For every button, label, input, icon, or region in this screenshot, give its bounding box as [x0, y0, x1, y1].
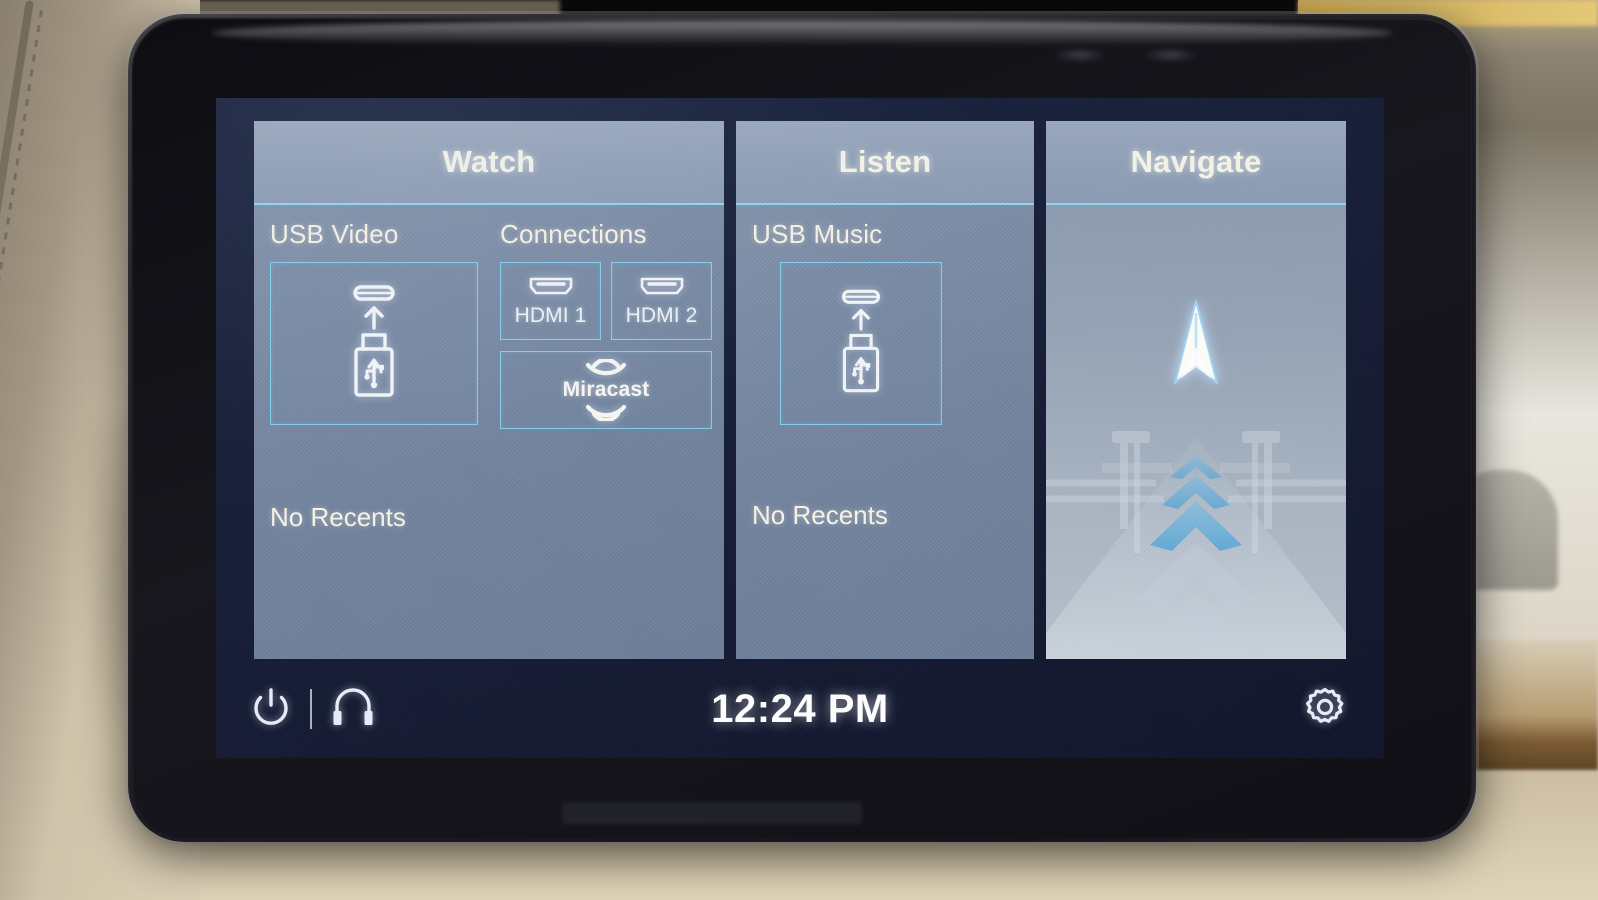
usb-drive-insert-icon — [826, 286, 896, 401]
bezel-sensor-reflection — [1052, 48, 1108, 62]
usb-video-section: USB Video — [270, 219, 478, 429]
miracast-icon: Miracast — [536, 355, 676, 425]
bezel-sensor-reflection — [1142, 48, 1198, 62]
panel-navigate-title: Navigate — [1130, 144, 1262, 179]
clock: 12:24 PM — [711, 686, 889, 731]
usb-video-label: USB Video — [270, 219, 399, 249]
usb-music-label: USB Music — [752, 219, 883, 249]
listen-no-recents: No Recents — [752, 500, 888, 530]
watch-no-recents: No Recents — [270, 502, 406, 532]
hdmi-port-icon — [527, 275, 575, 302]
panel-navigate-body — [1046, 205, 1346, 659]
hdmi-port-icon — [638, 275, 686, 302]
rear-seat-display-unit: Watch USB Video Connections HDMI 1 HDMI … — [128, 14, 1476, 842]
status-bar: 12:24 PM — [216, 660, 1384, 758]
panel-watch-header: Watch — [254, 121, 724, 205]
panel-navigate-header: Navigate — [1046, 121, 1346, 205]
hdmi-1-tile[interactable]: HDMI 1 — [500, 262, 601, 340]
usb-music-tile[interactable] — [780, 262, 942, 425]
hdmi-row: HDMI 1 HDMI 2 — [500, 262, 712, 340]
panel-listen-body: USB Music No Recents — [736, 205, 1034, 659]
hdmi-2-tile[interactable]: HDMI 2 — [611, 262, 712, 340]
panel-listen-header: Listen — [736, 121, 1034, 205]
bezel-glare — [212, 20, 1392, 46]
panel-watch-title: Watch — [442, 144, 536, 179]
connections-section: Connections HDMI 1 HDMI 2 Miracast — [500, 219, 712, 429]
display-bezel: Watch USB Video Connections HDMI 1 HDMI … — [132, 18, 1472, 838]
navigation-arrow-icon — [1165, 297, 1227, 398]
panel-watch-body: USB Video Connections HDMI 1 HDMI 2 Mira… — [254, 205, 724, 659]
navigation-road-graphic — [1046, 431, 1346, 659]
gear-icon[interactable] — [1302, 684, 1348, 735]
panel-watch[interactable]: Watch USB Video Connections HDMI 1 HDMI … — [254, 121, 724, 659]
bezel-bottom-vent — [562, 802, 862, 824]
connections-label: Connections — [500, 219, 647, 249]
home-panels-row: Watch USB Video Connections HDMI 1 HDMI … — [254, 121, 1358, 659]
seat-stitching — [0, 10, 43, 683]
miracast-label: Miracast — [562, 378, 650, 401]
panel-navigate[interactable]: Navigate — [1046, 121, 1346, 659]
touchscreen-display[interactable]: Watch USB Video Connections HDMI 1 HDMI … — [216, 98, 1384, 758]
panel-listen-title: Listen — [838, 144, 932, 179]
panel-listen[interactable]: Listen USB Music No Recents — [736, 121, 1034, 659]
miracast-tile[interactable]: Miracast — [500, 351, 712, 429]
hdmi-1-label: HDMI 1 — [514, 303, 587, 327]
usb-video-tile[interactable] — [270, 262, 478, 425]
status-bar-right-controls — [1302, 684, 1348, 735]
usb-drive-insert-icon — [336, 283, 412, 404]
hdmi-2-label: HDMI 2 — [625, 303, 698, 327]
usb-music-section: USB Music — [736, 219, 1034, 425]
